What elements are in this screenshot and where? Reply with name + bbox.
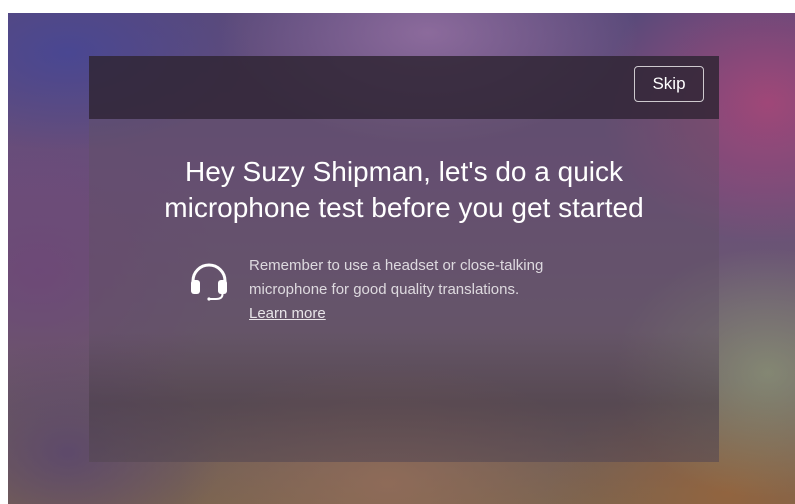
tip-line-2: microphone for good quality translations… [249,281,520,298]
headset-tip: Remember to use a headset or close-talki… [189,254,629,334]
dialog-title: Hey Suzy Shipman, let's do a quick micro… [89,154,719,226]
microphone-test-dialog: Skip Hey Suzy Shipman, let's do a quick … [89,56,719,462]
learn-more-link[interactable]: Learn more [249,302,326,326]
headset-icon [189,257,229,301]
tip-text: Remember to use a headset or close-talki… [249,254,629,326]
dialog-header-bar: Skip [89,56,719,119]
title-line-2: microphone test before you get started [164,192,644,223]
tip-line-1: Remember to use a headset or close-talki… [249,257,544,274]
skip-button[interactable]: Skip [634,66,704,102]
title-line-1: Hey Suzy Shipman, let's do a quick [184,156,623,187]
blurred-background: Skip Hey Suzy Shipman, let's do a quick … [8,13,795,504]
